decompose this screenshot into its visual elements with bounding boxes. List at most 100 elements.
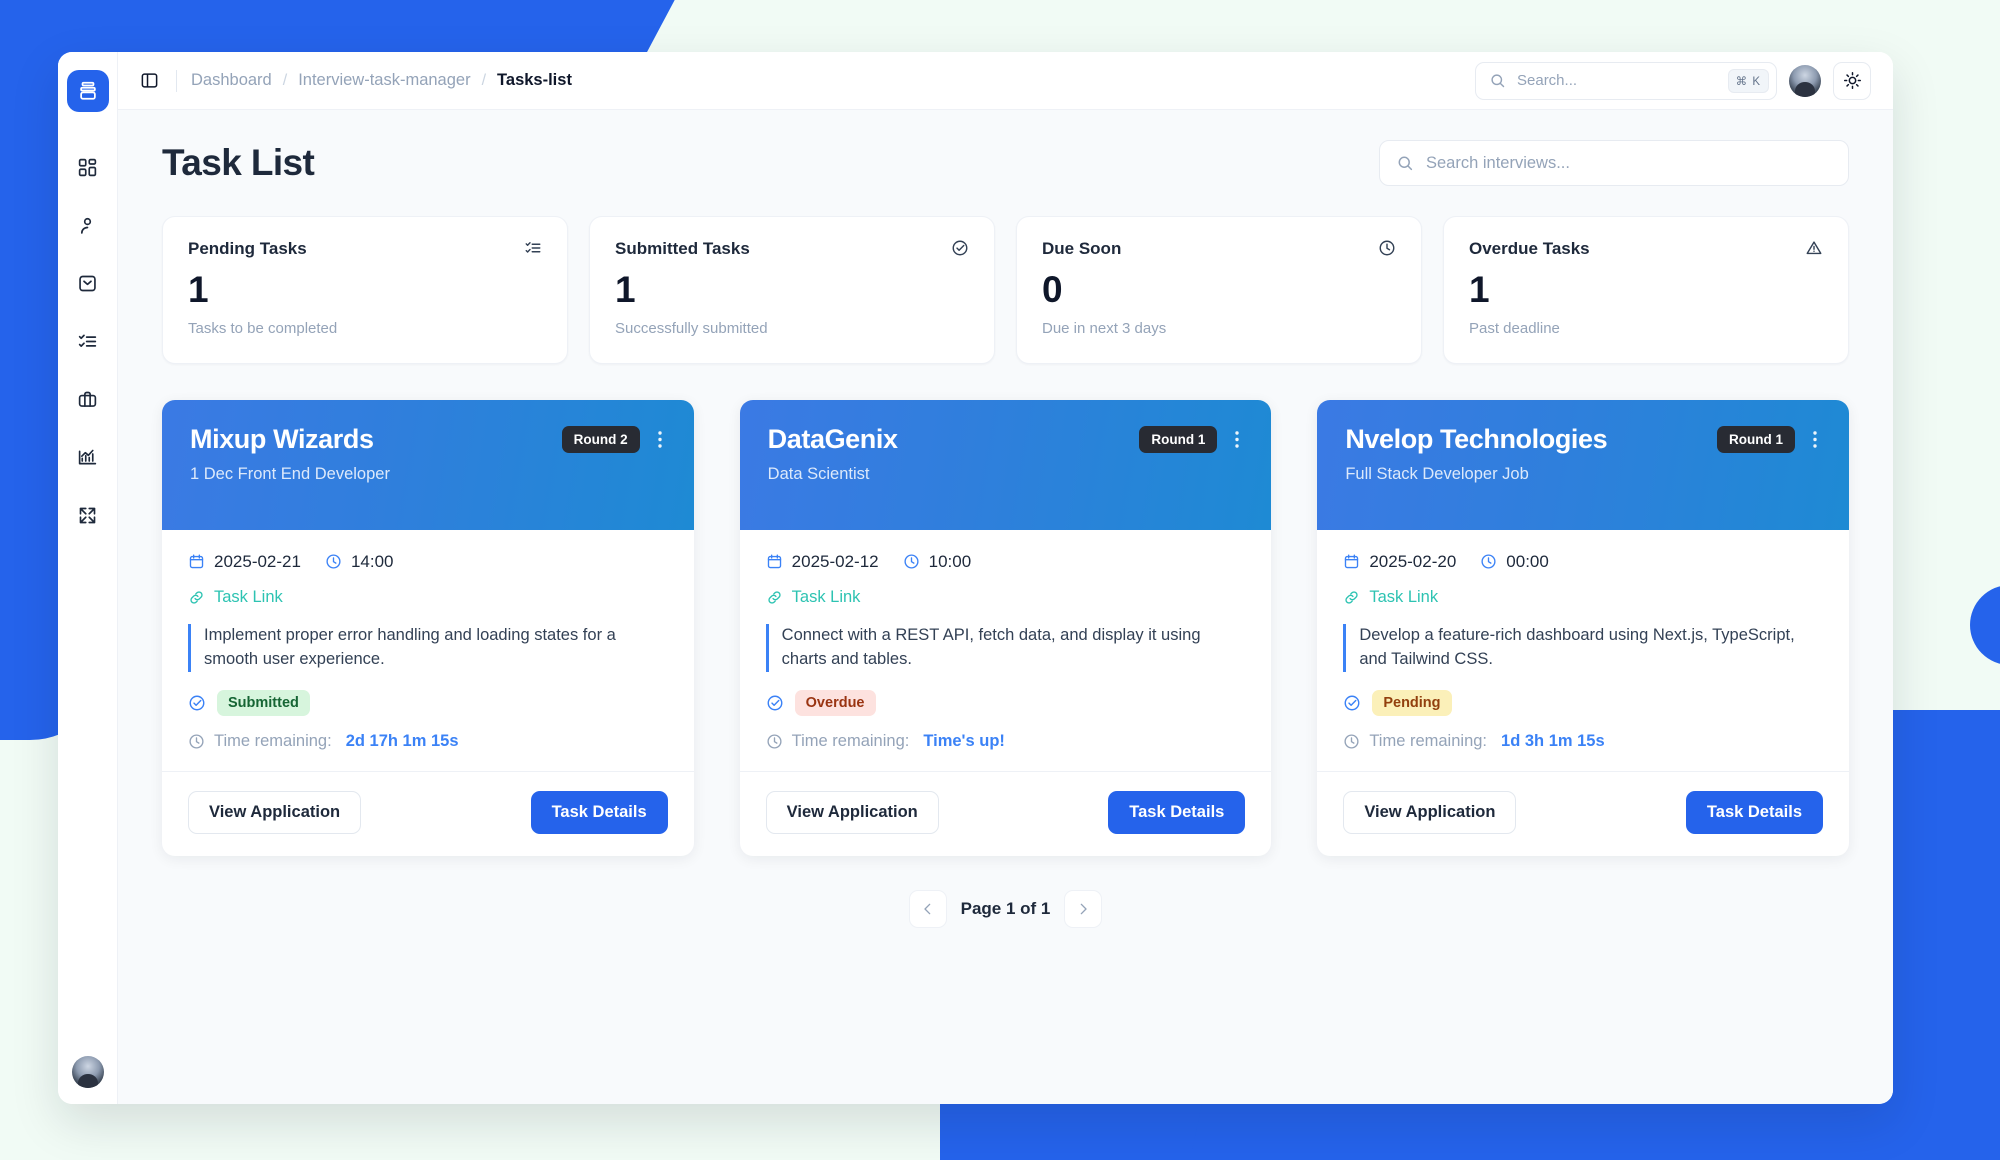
task-cards-row: Mixup Wizards Round 2 1 Dec Front End De… (162, 399, 1849, 856)
task-card-header: Nvelop Technologies Round 1 Full Stack D… (1317, 399, 1849, 530)
stat-value: 1 (615, 269, 636, 310)
app-logo[interactable] (66, 70, 109, 112)
clock-icon (188, 733, 205, 750)
task-link-row[interactable]: Task Link (1343, 588, 1823, 607)
due-date: 2025-02-12 (791, 551, 879, 571)
kebab-menu-icon[interactable] (1229, 431, 1245, 448)
icon-sidebar (58, 52, 118, 1104)
task-details-button[interactable]: Task Details (530, 790, 668, 834)
breadcrumb-item-dashboard[interactable]: Dashboard (191, 71, 272, 90)
due-datetime: 2025-02-20 00:00 (1343, 552, 1823, 572)
task-card-body: 2025-02-20 00:00 Task Link Develop a fea… (1317, 530, 1849, 771)
search-icon (1489, 72, 1506, 89)
stat-value: 1 (188, 269, 209, 310)
view-application-button[interactable]: View Application (765, 790, 939, 834)
due-date: 2025-02-21 (214, 551, 301, 571)
task-card-body: 2025-02-12 10:00 Task Link Connect with … (740, 530, 1272, 771)
task-link-label[interactable]: Task Link (1369, 588, 1438, 607)
time-remaining-value: 1d 3h 1m 15s (1501, 731, 1605, 750)
avatar[interactable] (1789, 64, 1821, 97)
stat-value: 0 (1042, 269, 1063, 310)
interview-search-box[interactable]: Search interviews... (1379, 140, 1849, 186)
check-circle-icon (188, 694, 206, 712)
task-card-footer: View Application Task Details (1317, 770, 1849, 856)
stat-label: Pending Tasks (188, 239, 307, 258)
breadcrumb-item-interview-task-manager[interactable]: Interview-task-manager (298, 71, 470, 90)
sidebar-item-inbox[interactable] (67, 262, 109, 304)
chevron-right-icon (1075, 901, 1091, 917)
pagination-label: Page 1 of 1 (960, 898, 1051, 918)
job-role: Full Stack Developer Job (1345, 464, 1529, 483)
task-details-button[interactable]: Task Details (1108, 790, 1246, 834)
task-list-icon (77, 331, 98, 352)
status-row: Submitted (188, 689, 668, 716)
due-date: 2025-02-20 (1369, 551, 1457, 571)
sidebar-item-tasks[interactable] (67, 320, 109, 362)
task-card: Nvelop Technologies Round 1 Full Stack D… (1317, 399, 1849, 856)
clock-icon (1480, 553, 1497, 570)
pagination-next-button[interactable] (1064, 889, 1103, 928)
page-title: Task List (162, 142, 315, 183)
global-search-placeholder: Search... (1517, 72, 1578, 89)
task-description: Implement proper error handling and load… (188, 623, 668, 672)
task-link-row[interactable]: Task Link (766, 588, 1246, 607)
app-window: Dashboard / Interview-task-manager / Tas… (58, 52, 1893, 1104)
task-card-header: Mixup Wizards Round 2 1 Dec Front End De… (162, 399, 694, 530)
link-icon (766, 589, 783, 606)
decoration-top-left (0, 0, 681, 52)
task-link-label[interactable]: Task Link (792, 588, 861, 607)
task-card-footer: View Application Task Details (162, 770, 694, 856)
sidebar-item-dashboard[interactable] (67, 146, 109, 188)
clock-icon (325, 553, 342, 570)
task-link-label[interactable]: Task Link (214, 588, 283, 607)
breadcrumb-item-tasks-list: Tasks-list (497, 71, 572, 89)
stat-subtitle: Tasks to be completed (188, 319, 338, 337)
topbar-right: Search... ⌘ K (1475, 61, 1871, 100)
kebab-menu-icon[interactable] (1807, 431, 1823, 448)
pagination: Page 1 of 1 (162, 889, 1849, 928)
view-application-button[interactable]: View Application (188, 790, 362, 834)
stat-card-due-soon: Due Soon 0 Due in next 3 days (1016, 216, 1422, 364)
sidebar-item-jobs[interactable] (67, 378, 109, 420)
due-time: 14:00 (350, 551, 394, 571)
stat-label: Due Soon (1042, 239, 1122, 258)
breadcrumb-separator: / (282, 71, 288, 89)
page-header: Task List Search interviews... (162, 140, 1849, 186)
task-description: Connect with a REST API, fetch data, and… (765, 623, 1246, 672)
stat-subtitle: Due in next 3 days (1042, 319, 1167, 337)
global-search-box[interactable]: Search... ⌘ K (1475, 61, 1777, 100)
clock-icon (1343, 733, 1360, 750)
task-card: Mixup Wizards Round 2 1 Dec Front End De… (162, 399, 694, 856)
sidebar-item-collapse[interactable] (67, 494, 109, 536)
sidebar-item-profile[interactable] (67, 204, 109, 246)
sidebar-avatar[interactable] (71, 1056, 104, 1088)
kebab-menu-icon[interactable] (652, 431, 668, 448)
view-application-button[interactable]: View Application (1343, 790, 1517, 834)
clock-icon (903, 553, 920, 570)
theme-toggle-button[interactable] (1833, 61, 1871, 100)
link-icon (188, 589, 205, 606)
stat-card-top: Overdue Tasks (1469, 239, 1823, 259)
pagination-prev-button[interactable] (908, 889, 947, 928)
breadcrumb: Dashboard / Interview-task-manager / Tas… (191, 71, 572, 90)
status-row: Overdue (766, 689, 1246, 716)
search-icon (1396, 154, 1414, 172)
task-card-footer: View Application Task Details (739, 770, 1272, 856)
task-link-row[interactable]: Task Link (188, 588, 668, 607)
collapse-arrows-icon (77, 505, 98, 526)
status-badge: Submitted (217, 689, 310, 716)
sidebar-item-analytics[interactable] (67, 436, 109, 478)
content-area: Task List Search interviews... Pending T… (118, 110, 1893, 1104)
topbar-divider (176, 69, 177, 92)
layers-logo-icon (77, 80, 99, 102)
interview-search-placeholder: Search interviews... (1426, 153, 1570, 172)
stat-card-overdue-tasks: Overdue Tasks 1 Past deadline (1443, 216, 1849, 364)
task-details-button[interactable]: Task Details (1685, 790, 1823, 834)
time-remaining-label: Time remaining: (791, 731, 910, 750)
stat-card-top: Due Soon (1042, 239, 1396, 259)
due-datetime: 2025-02-12 10:00 (766, 552, 1246, 572)
due-time: 00:00 (1506, 551, 1549, 571)
sidebar-toggle-button[interactable] (136, 68, 162, 94)
company-name: DataGenix (767, 423, 898, 454)
stat-card-top: Pending Tasks (188, 239, 542, 259)
